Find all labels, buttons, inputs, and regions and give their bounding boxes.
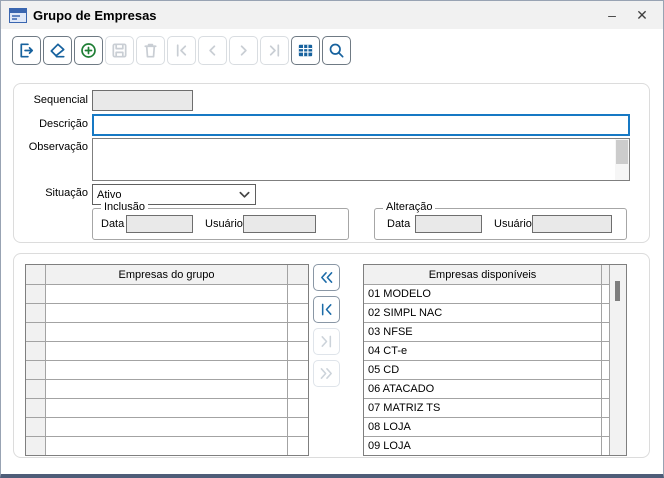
exit-icon <box>17 41 36 60</box>
extra-column-header <box>288 265 308 284</box>
empresas-do-grupo-header: Empresas do grupo <box>46 265 288 284</box>
inclusao-groupbox: Inclusão Data Usuário <box>92 208 349 240</box>
sequencial-input[interactable] <box>92 90 193 111</box>
toolbar <box>12 36 351 65</box>
save-button[interactable] <box>105 36 134 65</box>
trash-icon <box>141 41 160 60</box>
table-row[interactable] <box>26 380 308 399</box>
minimize-button[interactable]: – <box>597 3 627 27</box>
empresas-disponiveis-header: Empresas disponíveis <box>364 265 602 284</box>
table-row[interactable] <box>26 323 308 342</box>
table-row[interactable]: 01 MODELO <box>364 285 626 304</box>
clear-button[interactable] <box>43 36 72 65</box>
titlebar[interactable]: Grupo de Empresas – ✕ <box>1 1 663 29</box>
next-record-button[interactable] <box>229 36 258 65</box>
table-row[interactable]: 02 SIMPL NAC <box>364 304 626 323</box>
alteracao-data-label: Data <box>387 218 410 230</box>
row-selector-header <box>26 265 46 284</box>
form-panel: Sequencial Descrição Observação Situação… <box>13 83 650 243</box>
table-row[interactable]: 08 LOJA <box>364 418 626 437</box>
observacao-scrollbar-thumb[interactable] <box>616 140 628 164</box>
observacao-field <box>92 138 630 181</box>
table-row[interactable]: 07 MATRIZ TS <box>364 399 626 418</box>
first-record-icon <box>172 41 191 60</box>
alteracao-usuario-input[interactable] <box>532 215 612 233</box>
alteracao-legend: Alteração <box>383 201 435 213</box>
move-selected-to-left-button[interactable] <box>313 296 340 323</box>
chevron-down-icon <box>238 188 251 201</box>
move-all-to-left-button[interactable] <box>313 264 340 291</box>
add-button[interactable] <box>74 36 103 65</box>
chevron-right-bar-icon <box>318 333 335 350</box>
alteracao-data-input[interactable] <box>415 215 482 233</box>
table-row[interactable]: 03 NFSE <box>364 323 626 342</box>
previous-record-icon <box>203 41 222 60</box>
table-row[interactable] <box>26 304 308 323</box>
alteracao-groupbox: Alteração Data Usuário <box>374 208 627 240</box>
double-chevron-right-icon <box>318 365 335 382</box>
empresas-disponiveis-table: Empresas disponíveis 01 MODELO 02 SIMPL … <box>363 264 627 456</box>
bar-chevron-left-icon <box>318 301 335 318</box>
last-record-button[interactable] <box>260 36 289 65</box>
delete-button[interactable] <box>136 36 165 65</box>
search-icon <box>327 41 346 60</box>
table-header-row: Empresas do grupo <box>26 265 308 285</box>
alteracao-usuario-label: Usuário <box>494 218 532 230</box>
next-record-icon <box>234 41 253 60</box>
save-icon <box>110 41 129 60</box>
grupo-de-empresas-window: Grupo de Empresas – ✕ <box>0 0 664 478</box>
last-record-icon <box>265 41 284 60</box>
inclusao-data-label: Data <box>101 218 124 230</box>
inclusao-legend: Inclusão <box>101 201 148 213</box>
lists-panel: Empresas do grupo <box>13 253 650 458</box>
inclusao-usuario-input[interactable] <box>243 215 316 233</box>
inclusao-usuario-label: Usuário <box>205 218 243 230</box>
situacao-label: Situação <box>14 187 88 199</box>
grid-icon <box>296 41 315 60</box>
double-chevron-left-icon <box>318 269 335 286</box>
previous-record-button[interactable] <box>198 36 227 65</box>
table-row[interactable] <box>26 418 308 437</box>
grid-view-button[interactable] <box>291 36 320 65</box>
observacao-label: Observação <box>14 141 88 153</box>
window-title: Grupo de Empresas <box>33 8 597 23</box>
sequencial-label: Sequencial <box>14 94 88 106</box>
table-header-row: Empresas disponíveis <box>364 265 626 285</box>
inclusao-data-input[interactable] <box>126 215 193 233</box>
add-icon <box>79 41 98 60</box>
table-row[interactable]: 05 CD <box>364 361 626 380</box>
descricao-input[interactable] <box>92 114 630 136</box>
observacao-scrollbar[interactable] <box>615 139 629 180</box>
table-row[interactable] <box>26 437 308 456</box>
search-button[interactable] <box>322 36 351 65</box>
observacao-input[interactable] <box>93 139 615 180</box>
descricao-label: Descrição <box>14 118 88 130</box>
table-row[interactable]: 09 LOJA <box>364 437 626 456</box>
situacao-selected-value: Ativo <box>97 189 238 201</box>
table-row[interactable]: 04 CT-e <box>364 342 626 361</box>
table-scrollbar-thumb[interactable] <box>615 281 620 301</box>
move-selected-to-right-button[interactable] <box>313 328 340 355</box>
table-row[interactable] <box>26 285 308 304</box>
close-button[interactable]: ✕ <box>627 3 657 27</box>
table-row[interactable] <box>26 361 308 380</box>
first-record-button[interactable] <box>167 36 196 65</box>
table-row[interactable]: 06 ATACADO <box>364 380 626 399</box>
exit-button[interactable] <box>12 36 41 65</box>
form-window-icon <box>9 8 27 23</box>
eraser-icon <box>48 41 67 60</box>
table-row[interactable] <box>26 342 308 361</box>
move-all-to-right-button[interactable] <box>313 360 340 387</box>
table-scrollbar[interactable] <box>609 265 626 455</box>
table-row[interactable] <box>26 399 308 418</box>
empresas-do-grupo-table: Empresas do grupo <box>25 264 309 456</box>
